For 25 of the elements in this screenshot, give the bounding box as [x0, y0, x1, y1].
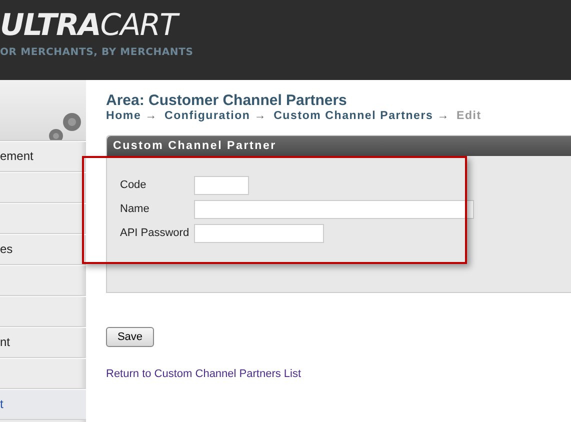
field-label: Name [120, 203, 150, 215]
input-field[interactable] [194, 224, 324, 242]
input-field[interactable] [194, 176, 249, 194]
breadcrumb-current: Edit [456, 110, 482, 122]
logo[interactable]: ULTRACART [0, 6, 571, 46]
tagline: OR MERCHANTS, BY MERCHANTS [0, 47, 194, 58]
sidebar-item[interactable]: nt [0, 327, 86, 358]
sidebar-item[interactable]: ement [0, 141, 86, 172]
save-button[interactable]: Save [106, 327, 154, 347]
input-field[interactable] [194, 200, 474, 218]
breadcrumb-separator: → [437, 110, 450, 122]
breadcrumb-link[interactable]: Configuration [164, 110, 250, 122]
sidebar-item[interactable] [0, 203, 86, 234]
sidebar-item[interactable] [0, 172, 86, 203]
page-title: Area: Customer Channel Partners [106, 92, 348, 109]
panel-header: Custom Channel Partner [107, 136, 571, 156]
return-link[interactable]: Return to Custom Channel Partners List [106, 368, 302, 380]
field-label: API Password [120, 227, 190, 239]
field-label: Code [120, 179, 148, 191]
breadcrumb-link[interactable]: Home [106, 110, 142, 122]
breadcrumb-separator: → [145, 110, 158, 122]
sidebar-item[interactable]: es [0, 234, 86, 265]
breadcrumb-separator: → [254, 110, 267, 122]
breadcrumb-link[interactable]: Custom Channel Partners [274, 110, 434, 122]
sidebar-item[interactable]: t [0, 389, 86, 420]
